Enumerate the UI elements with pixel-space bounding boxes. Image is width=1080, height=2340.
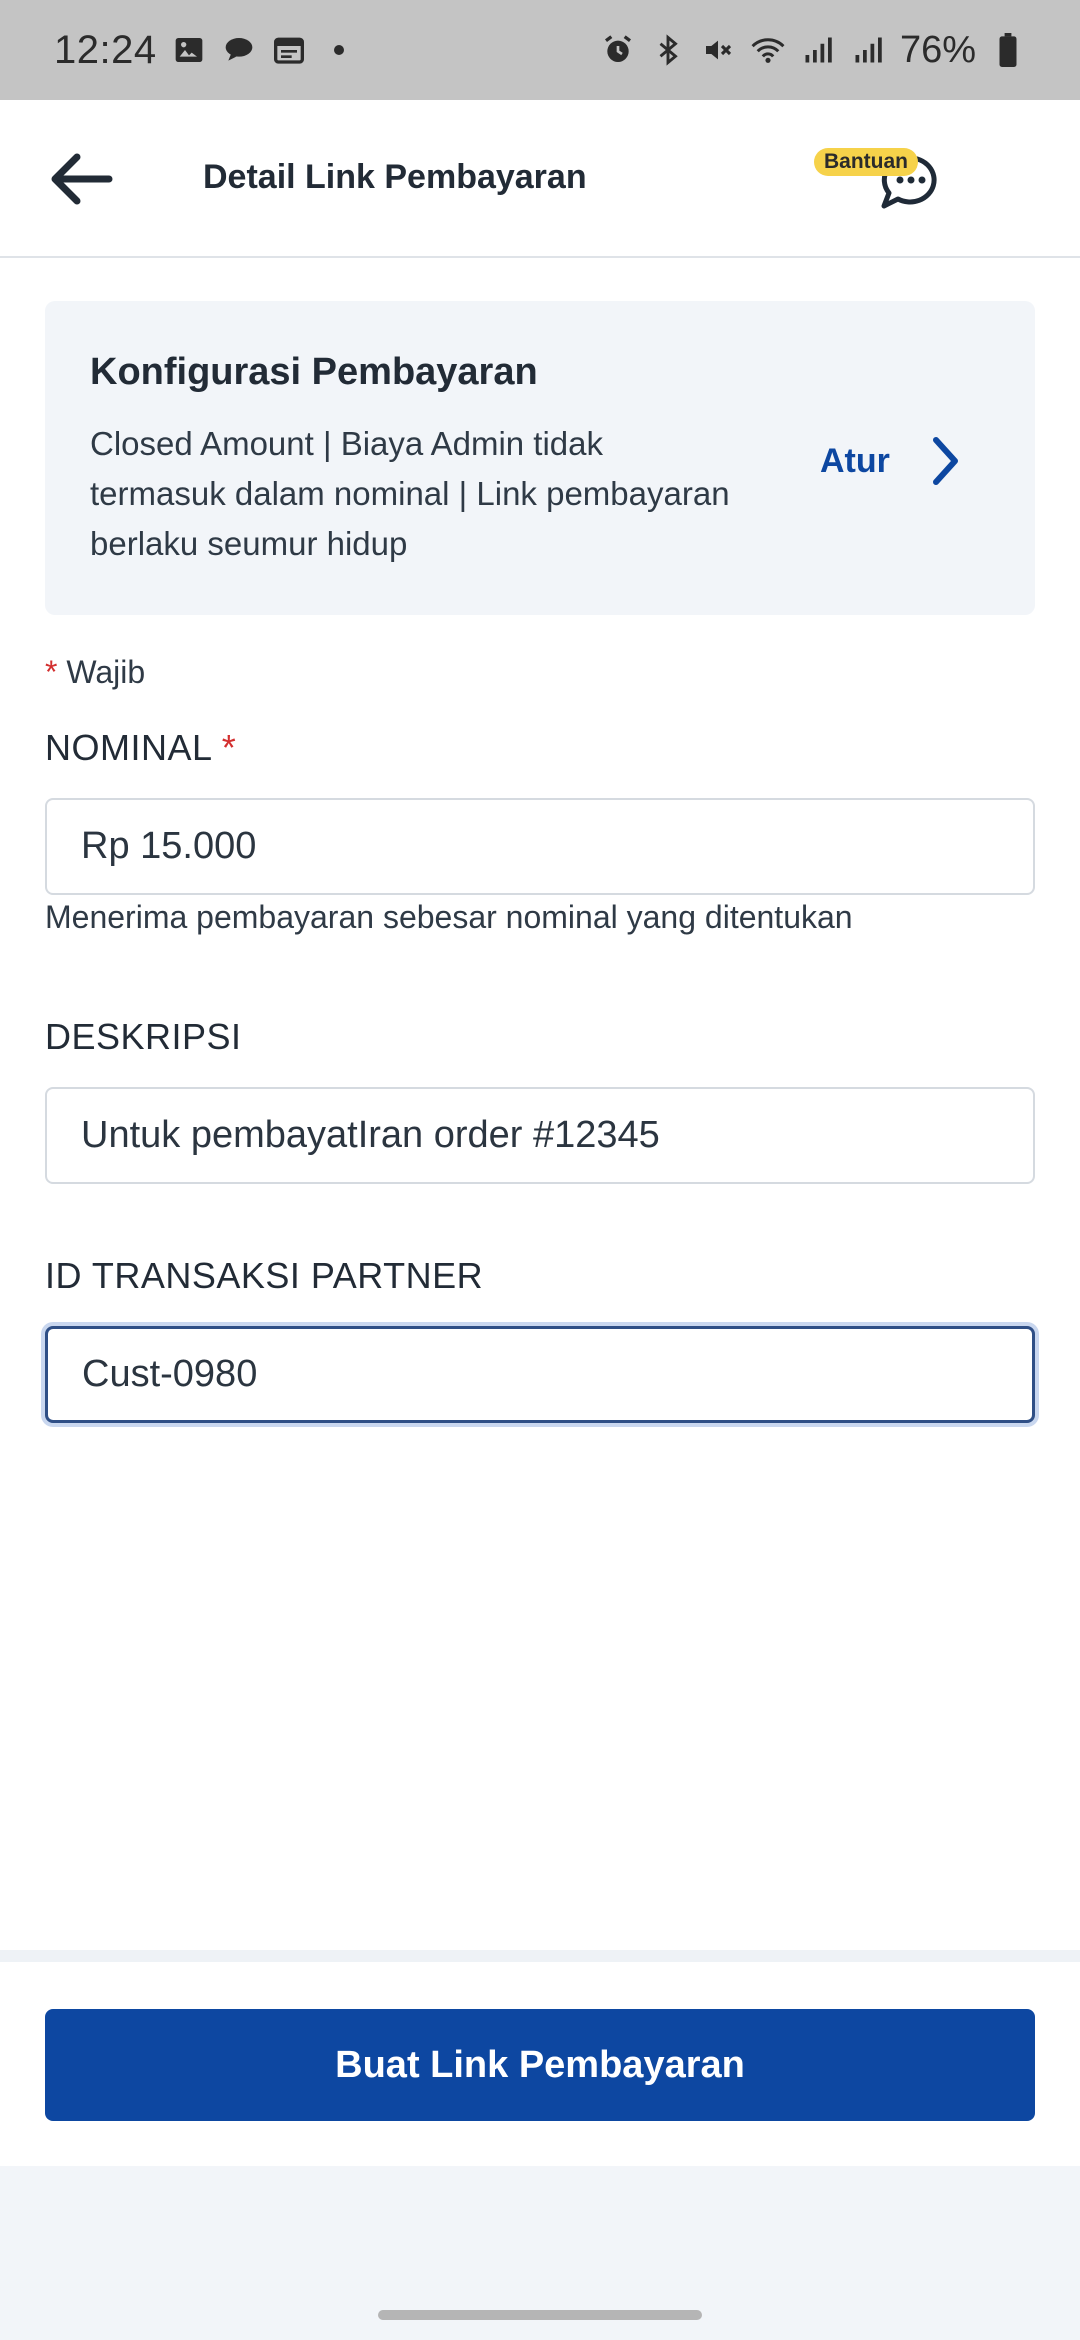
config-description: Closed Amount | Biaya Admin tidak termas… bbox=[90, 425, 730, 562]
config-edit-link[interactable]: Atur bbox=[820, 436, 960, 486]
partner-transaction-id-label: ID TRANSAKSI PARTNER bbox=[45, 1255, 484, 1296]
alarm-icon bbox=[600, 32, 636, 68]
nominal-required-star: * bbox=[221, 727, 237, 768]
nominal-input[interactable]: Rp 15.000 bbox=[45, 798, 1035, 895]
dot-icon bbox=[321, 32, 357, 68]
config-edit-label: Atur bbox=[820, 441, 890, 480]
chat-icon bbox=[221, 32, 257, 68]
bottom-action-area: Buat Link Pembayaran bbox=[0, 1962, 1080, 2166]
description-input[interactable]: Untuk pembayatIran order #12345 bbox=[45, 1087, 1035, 1184]
app-bar: Detail Link Pembayaran Bantuan bbox=[0, 100, 1080, 258]
status-time: 12:24 bbox=[54, 27, 157, 72]
signal-icon bbox=[800, 32, 836, 68]
partner-transaction-id-input[interactable]: Cust-0980 bbox=[45, 1326, 1035, 1423]
help-button[interactable]: Bantuan bbox=[812, 146, 952, 216]
gallery-icon bbox=[171, 32, 207, 68]
signal-icon bbox=[850, 32, 886, 68]
page-title: Detail Link Pembayaran bbox=[203, 158, 587, 196]
config-title: Konfigurasi Pembayaran bbox=[90, 351, 538, 393]
back-button[interactable] bbox=[40, 144, 120, 214]
payment-config-card: Konfigurasi Pembayaran Closed Amount | B… bbox=[45, 301, 1035, 615]
nominal-hint: Menerima pembayaran sebesar nominal yang… bbox=[45, 899, 853, 935]
partner-transaction-id-value: Cust-0980 bbox=[82, 1353, 258, 1395]
nominal-label: NOMINAL * bbox=[45, 727, 236, 769]
nominal-value: Rp 15.000 bbox=[81, 825, 257, 867]
bluetooth-icon bbox=[650, 32, 686, 68]
required-star: * bbox=[45, 654, 58, 690]
chevron-right-icon bbox=[932, 437, 958, 485]
calendar-icon bbox=[271, 32, 307, 68]
home-indicator[interactable] bbox=[378, 2310, 702, 2320]
wifi-icon bbox=[750, 32, 786, 68]
required-note: * Wajib bbox=[45, 654, 145, 691]
create-payment-link-button[interactable]: Buat Link Pembayaran bbox=[45, 2009, 1035, 2121]
battery-level: 76% bbox=[899, 28, 976, 71]
mute-icon bbox=[700, 32, 736, 68]
battery-icon bbox=[990, 32, 1026, 68]
help-badge: Bantuan bbox=[814, 148, 918, 176]
required-note-text: Wajib bbox=[66, 654, 146, 690]
arrow-left-icon bbox=[51, 153, 113, 205]
status-bar: 12:24 76% bbox=[0, 0, 1080, 100]
status-bar-left: 12:24 bbox=[54, 28, 357, 73]
description-value: Untuk pembayatIran order #12345 bbox=[81, 1114, 660, 1156]
nominal-label-text: NOMINAL bbox=[45, 727, 212, 768]
description-label: DESKRIPSI bbox=[45, 1016, 242, 1057]
status-bar-right: 76% bbox=[600, 29, 1026, 72]
bottom-divider bbox=[0, 1950, 1080, 1962]
